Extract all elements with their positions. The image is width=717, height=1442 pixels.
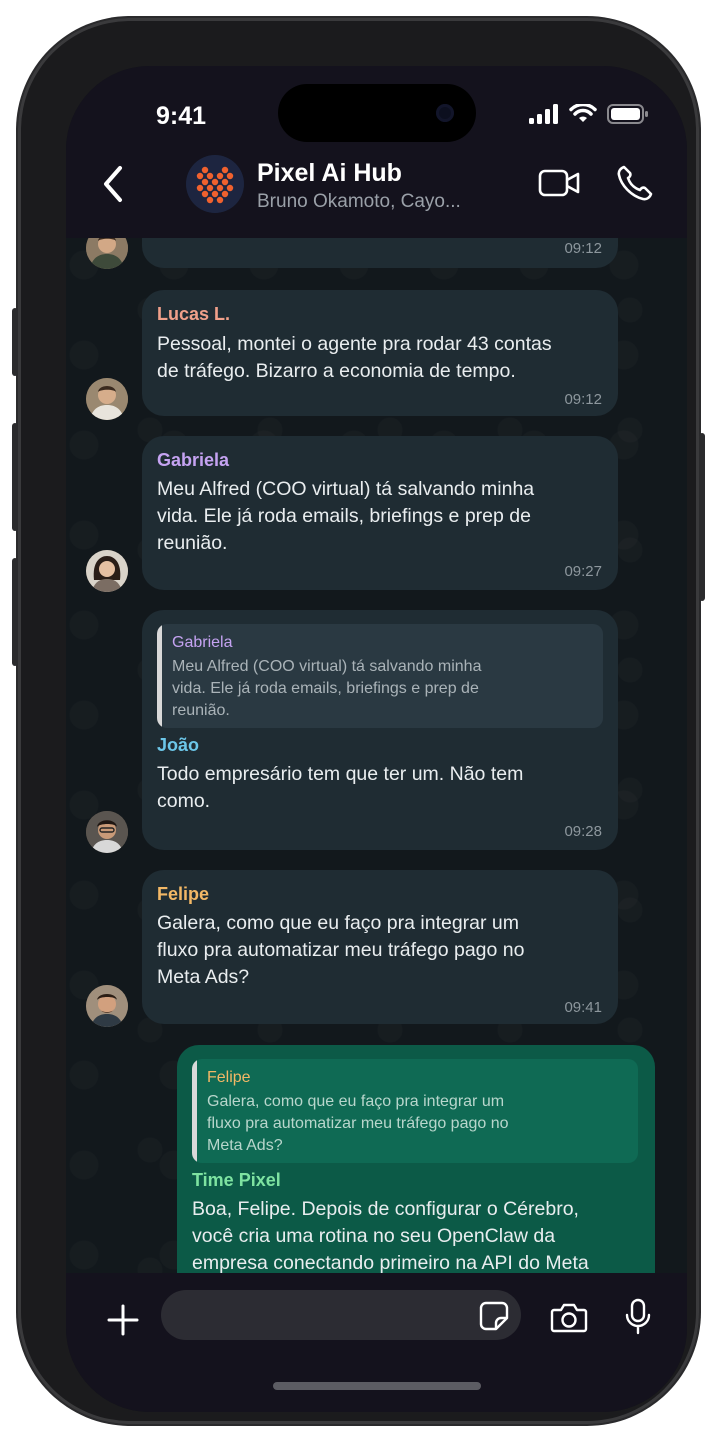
message-sender: João <box>157 735 200 755</box>
message-text: Todo empresário tem que ter um. Não tem … <box>157 763 524 812</box>
group-avatar[interactable] <box>186 155 244 213</box>
message-sender: Gabriela <box>157 450 230 470</box>
group-members[interactable]: Bruno Okamoto, Cayo... <box>257 191 461 213</box>
message-bubble-outgoing[interactable]: Felipe Galera, como que eu faço pra inte… <box>177 1045 655 1273</box>
group-logo-icon <box>186 155 244 213</box>
message-text: Pessoal, montei o agente pra rodar 43 co… <box>157 333 552 382</box>
avatar-lucas[interactable] <box>86 378 128 420</box>
message-bubble[interactable]: Gabriela Meu Alfred (COO virtual) tá sal… <box>142 436 618 590</box>
battery-icon <box>607 104 648 124</box>
screen: 9:41 Pixel Ai Hub Bruno Okamoto, Cayo...… <box>66 66 687 1412</box>
message-time: 09:28 <box>564 823 602 840</box>
message-bubble[interactable]: Felipe Galera, como que eu faço pra inte… <box>142 870 618 1024</box>
message-time: 09:41 <box>564 999 602 1016</box>
avatar-gabriela[interactable] <box>86 550 128 592</box>
power-button <box>699 433 705 601</box>
back-button[interactable] <box>98 164 130 204</box>
composer-bar <box>66 1273 687 1412</box>
video-call-button[interactable] <box>538 168 580 198</box>
message-sender: Lucas L. <box>157 304 231 324</box>
attach-plus-button[interactable] <box>106 1303 140 1337</box>
chat-header: 9:41 Pixel Ai Hub Bruno Okamoto, Cayo... <box>66 66 687 238</box>
microphone-button[interactable] <box>625 1298 651 1336</box>
message-bubble[interactable]: Lucas L. Pessoal, montei o agente pra ro… <box>142 290 618 416</box>
quoted-message[interactable]: Felipe Galera, como que eu faço pra inte… <box>192 1059 638 1163</box>
avatar-felipe[interactable] <box>86 985 128 1027</box>
message-text: Meu Alfred (COO virtual) tá salvando min… <box>157 478 535 554</box>
status-icons <box>529 104 649 124</box>
sticker-button[interactable] <box>478 1300 510 1332</box>
message-sender: Time Pixel <box>192 1170 281 1190</box>
group-name[interactable]: Pixel Ai Hub <box>257 159 402 188</box>
message-bubble[interactable]: Gabriela Meu Alfred (COO virtual) tá sal… <box>142 610 618 850</box>
wifi-icon <box>569 104 597 122</box>
message-time: 09:12 <box>564 240 602 257</box>
quoted-text: Galera, como que eu faço pra integrar um… <box>207 1093 509 1154</box>
status-time: 9:41 <box>156 102 207 130</box>
volume-down-button <box>12 558 18 666</box>
avatar-joao[interactable] <box>86 811 128 853</box>
quoted-sender: Gabriela <box>172 634 233 651</box>
message-input[interactable] <box>161 1290 521 1340</box>
message-sender: Felipe <box>157 884 210 904</box>
message-bubble[interactable]: 09:12 <box>142 238 618 268</box>
avatar[interactable] <box>86 238 128 269</box>
volume-up-button <box>12 423 18 531</box>
phone-call-button[interactable] <box>615 163 655 203</box>
message-time: 09:12 <box>564 391 602 408</box>
message-time: 09:27 <box>564 563 602 580</box>
message-text: Galera, como que eu faço pra integrar um… <box>157 912 525 988</box>
home-indicator[interactable] <box>273 1382 481 1390</box>
quoted-sender: Felipe <box>207 1069 251 1086</box>
quoted-message[interactable]: Gabriela Meu Alfred (COO virtual) tá sal… <box>157 624 603 728</box>
message-text: Boa, Felipe. Depois de configurar o Cére… <box>192 1198 589 1273</box>
chat-messages: 09:12 Lucas L. Pessoal, montei o agente … <box>66 238 687 1273</box>
signal-icon <box>529 104 558 124</box>
phone-frame: 9:41 Pixel Ai Hub Bruno Okamoto, Cayo...… <box>12 18 705 1424</box>
action-button <box>12 308 18 376</box>
quoted-text: Meu Alfred (COO virtual) tá salvando min… <box>172 658 482 719</box>
camera-button[interactable] <box>550 1301 588 1333</box>
dynamic-island <box>278 84 476 142</box>
